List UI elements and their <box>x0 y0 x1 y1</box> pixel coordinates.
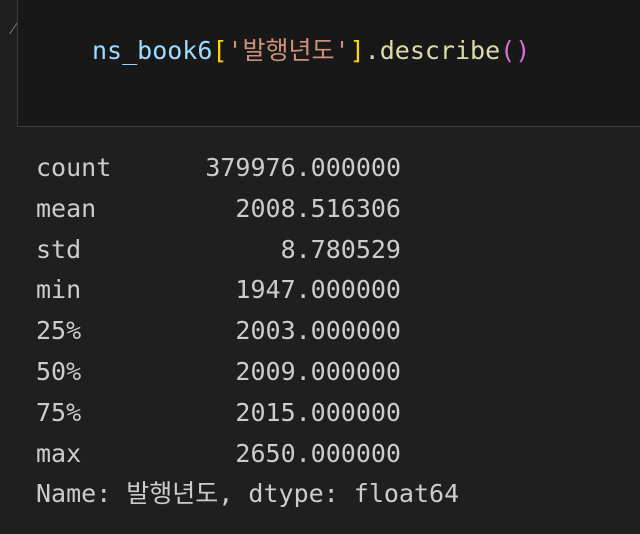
code-line: ns_book6['발행년도'].describe() <box>92 32 530 70</box>
code-parens: () <box>500 36 531 65</box>
cell-collapse-marker[interactable] <box>0 22 19 34</box>
stat-value: 2009.000000 <box>235 356 401 386</box>
stat-value: 1947.000000 <box>235 275 401 305</box>
output-row-mean: mean 2008.516306 <box>36 189 459 230</box>
code-close-bracket: ] <box>349 36 365 65</box>
code-open-bracket: [ <box>212 36 228 65</box>
code-method: describe <box>379 36 501 65</box>
code-cell-input[interactable]: ns_book6['발행년도'].describe() <box>17 0 640 127</box>
stat-label: max <box>36 438 82 468</box>
stat-label: mean <box>36 193 97 223</box>
stat-label: 50% <box>36 356 82 386</box>
output-row-count: count 379976.000000 <box>36 148 459 189</box>
output-row-50pct: 50% 2009.000000 <box>36 352 459 393</box>
code-key-string: '발행년도' <box>227 36 350 65</box>
output-row-max: max 2650.000000 <box>36 434 459 475</box>
stat-value: 2003.000000 <box>235 316 401 346</box>
stat-label: count <box>36 153 112 182</box>
output-row-75pct: 75% 2015.000000 <box>36 393 459 434</box>
stat-value: 2650.000000 <box>235 438 401 468</box>
stat-label: std <box>36 234 82 264</box>
output-row-std: std 8.780529 <box>36 230 459 271</box>
stat-value: 2015.000000 <box>235 397 401 427</box>
code-variable: ns_book6 <box>92 36 213 65</box>
output-row-25pct: 25% 2003.000000 <box>36 311 459 352</box>
stat-value: 379976.000000 <box>205 153 401 182</box>
stat-label: 75% <box>36 397 82 427</box>
stat-value: 8.780529 <box>280 234 401 264</box>
stat-label: 25% <box>36 316 82 346</box>
stat-label: min <box>36 275 82 305</box>
output-footer: Name: 발행년도, dtype: float64 <box>36 479 460 509</box>
code-dot: . <box>364 36 380 65</box>
cell-output: count 379976.000000 mean 2008.516306 std 8.… <box>36 148 459 515</box>
output-row-min: min 1947.000000 <box>36 270 459 311</box>
stat-value: 2008.516306 <box>235 193 401 223</box>
